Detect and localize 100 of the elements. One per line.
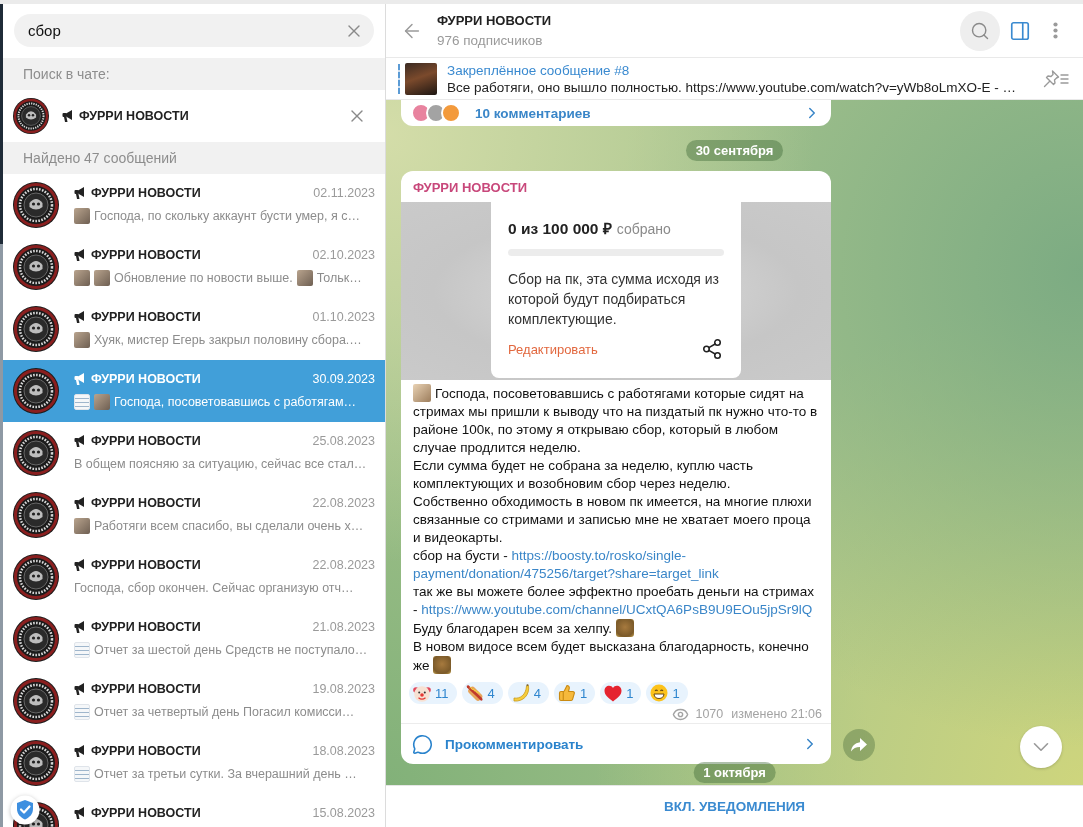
- thumbs-up-icon: [557, 684, 576, 702]
- share-button[interactable]: [700, 337, 724, 361]
- share-icon: [701, 338, 723, 360]
- scroll-down-button[interactable]: [1020, 726, 1062, 768]
- view-count: 1070: [695, 707, 724, 721]
- avatar-icon: [13, 678, 59, 724]
- photo-placeholder: [74, 208, 90, 224]
- grinning-face-icon: [650, 684, 669, 702]
- chat-name: ФУРРИ НОВОСТИ: [91, 248, 201, 262]
- avatar-icon: [13, 740, 59, 786]
- reaction-button[interactable]: 1: [600, 682, 642, 704]
- notifications-button[interactable]: ВКЛ. УВЕДОМЛЕНИЯ: [653, 793, 816, 820]
- avatar-icon: [13, 244, 59, 290]
- sticker-placeholder: [433, 656, 452, 674]
- comment-icon: [412, 733, 433, 755]
- search-result[interactable]: ФУРРИ НОВОСТИ 01.10.2023 Хуяк, мистер Егерь закрыл половину сбора.…: [3, 298, 385, 360]
- reaction-button[interactable]: 4: [507, 682, 549, 704]
- subscriber-count: 976 подписчиков: [437, 33, 544, 48]
- message-date: 22.08.2023: [312, 558, 375, 572]
- message-preview: Тольк…: [316, 271, 362, 285]
- link[interactable]: payment/donation/475256/target?share=target_link: [413, 566, 719, 581]
- edit-link[interactable]: Редактировать: [508, 341, 598, 357]
- message-preview: Господа, сбор окончен. Сейчас организую отч…: [74, 581, 354, 595]
- message-text: Если сумма будет не собрана за неделю, куплю часть комплектующих и возобновим сбор через неделю.: [413, 457, 755, 493]
- message-text: Собственно обходимость в новом пк имеется, на многие плюхи связанные со стримами и записью мне не хватает моего проца и видеокарты.: [413, 493, 813, 547]
- document-icon: [74, 766, 90, 782]
- photo-placeholder: [94, 270, 110, 286]
- search-result[interactable]: ФУРРИ НОВОСТИ 25.08.2023 В общем поясняю за ситуацию, сейчас все стал…: [3, 422, 385, 484]
- sticker-placeholder: [615, 619, 634, 637]
- message-date: 18.08.2023: [312, 744, 375, 758]
- message-date: 22.08.2023: [312, 496, 375, 510]
- avatar-icon: [13, 98, 49, 134]
- avatar-icon: [13, 492, 59, 538]
- reaction-button[interactable]: 4: [461, 682, 503, 704]
- search-result[interactable]: ФУРРИ НОВОСТИ 02.10.2023 Обновление по новости выше. Тольк…: [3, 236, 385, 298]
- document-icon: [74, 394, 90, 410]
- message-preview: Хуяк, мистер Егерь закрыл половину сбора.…: [94, 333, 362, 347]
- search-field[interactable]: сбор: [14, 14, 374, 47]
- message-date: 01.10.2023: [312, 310, 375, 324]
- photo-placeholder: [405, 62, 437, 95]
- reaction-button[interactable]: 1: [553, 682, 596, 704]
- edited-time: изменено 21:06: [731, 707, 822, 721]
- search-button[interactable]: [960, 10, 1000, 51]
- comment-button[interactable]: Прокомментировать: [401, 724, 831, 764]
- heart-icon: [604, 684, 623, 702]
- message-preview: Отчет за четвертый день Погасил комисси…: [94, 705, 355, 719]
- message-date: 02.11.2023: [313, 186, 375, 200]
- megaphone-icon: [74, 435, 87, 447]
- comments-link[interactable]: 10 комментариев: [475, 105, 591, 121]
- photo-placeholder: [413, 384, 431, 402]
- megaphone-icon: [74, 559, 87, 571]
- link[interactable]: https://boosty.to/rosko/single-: [511, 548, 687, 563]
- chat-name: ФУРРИ НОВОСТИ: [91, 434, 201, 448]
- pinned-indicator: [398, 63, 400, 94]
- search-result[interactable]: ФУРРИ НОВОСТИ 30.09.2023 Господа, посоветовавшись с работягам…: [3, 360, 385, 422]
- section-header: Поиск в чате:: [3, 58, 385, 90]
- message-preview: Отчет за третьи сутки. За вчерашний день …: [94, 767, 357, 781]
- search-result[interactable]: ФУРРИ НОВОСТИ 22.08.2023 Господа, сбор окончен. Сейчас организую отч…: [3, 546, 385, 608]
- megaphone-icon: [74, 373, 87, 385]
- megaphone-icon: [74, 745, 87, 757]
- document-icon: [74, 704, 90, 720]
- date-separator: 30 сентября: [685, 140, 784, 161]
- reaction-button[interactable]: 1: [646, 682, 688, 704]
- clown-face-icon: [413, 684, 431, 702]
- message-preview: Обновление по новости выше.: [114, 271, 293, 285]
- chat-name: ФУРРИ НОВОСТИ: [91, 186, 201, 200]
- link[interactable]: https://www.youtube.com/channel/UCxtQA6PsB9U9EOu5jpSr9lQ: [421, 602, 813, 617]
- message-preview: В общем поясняю за ситуацию, сейчас все стал…: [74, 457, 367, 471]
- avatar-icon: [13, 430, 59, 476]
- chat-name: ФУРРИ НОВОСТИ: [91, 496, 201, 510]
- message-preview: Отчет за шестой день Средств не поступало…: [94, 643, 368, 657]
- message-text: так же вы можете более эффектно проебать деньги на стримах - https://www.youtube.com/channel/UCxtQA6PsB9U9EOu5jpSr9lQ: [413, 583, 815, 619]
- megaphone-icon: [74, 249, 87, 261]
- search-icon: [970, 20, 990, 41]
- search-result[interactable]: ФУРРИ НОВОСТИ 22.08.2023 Работяги всем спасибо, вы сделали очень х…: [3, 484, 385, 546]
- pinned-title: Закреплённое сообщение #8: [447, 62, 631, 78]
- megaphone-icon: [62, 110, 75, 122]
- megaphone-icon: [74, 497, 87, 509]
- photo-placeholder: [74, 518, 90, 534]
- message-text: Буду благодарен всем за хелпу.: [413, 619, 819, 638]
- avatar-icon: [13, 616, 59, 662]
- megaphone-icon: [74, 807, 87, 819]
- message-preview: Господа, посоветовавшись с работягам…: [114, 395, 357, 409]
- photo-placeholder: [296, 270, 313, 286]
- avatar-icon: [13, 182, 59, 228]
- search-result[interactable]: ФУРРИ НОВОСТИ 19.08.2023 Отчет за четвертый день Погасил комисси…: [3, 670, 385, 732]
- message-date: 25.08.2023: [312, 434, 375, 448]
- date-separator: 1 октября: [693, 762, 776, 783]
- megaphone-icon: [74, 621, 87, 633]
- message-date: 21.08.2023: [312, 620, 375, 634]
- search-result[interactable]: ФУРРИ НОВОСТИ 21.08.2023 Отчет за шестой день Средств не поступало…: [3, 608, 385, 670]
- forward-button[interactable]: [843, 729, 875, 761]
- chat-name: ФУРРИ НОВОСТИ: [91, 620, 201, 634]
- fundraiser-caption: собрано: [616, 221, 671, 237]
- reaction-button[interactable]: 11: [409, 682, 457, 704]
- search-result[interactable]: ФУРРИ НОВОСТИ 02.11.2023 Господа, по скольку аккаунт бусти умер, я с…: [3, 174, 385, 236]
- forward-arrow-icon: [851, 738, 867, 752]
- chat-name: ФУРРИ НОВОСТИ: [91, 744, 201, 758]
- message-date: 15.08.2023: [312, 806, 375, 820]
- search-result[interactable]: ФУРРИ НОВОСТИ 18.08.2023 Отчет за третьи сутки. За вчерашний день …: [3, 732, 385, 794]
